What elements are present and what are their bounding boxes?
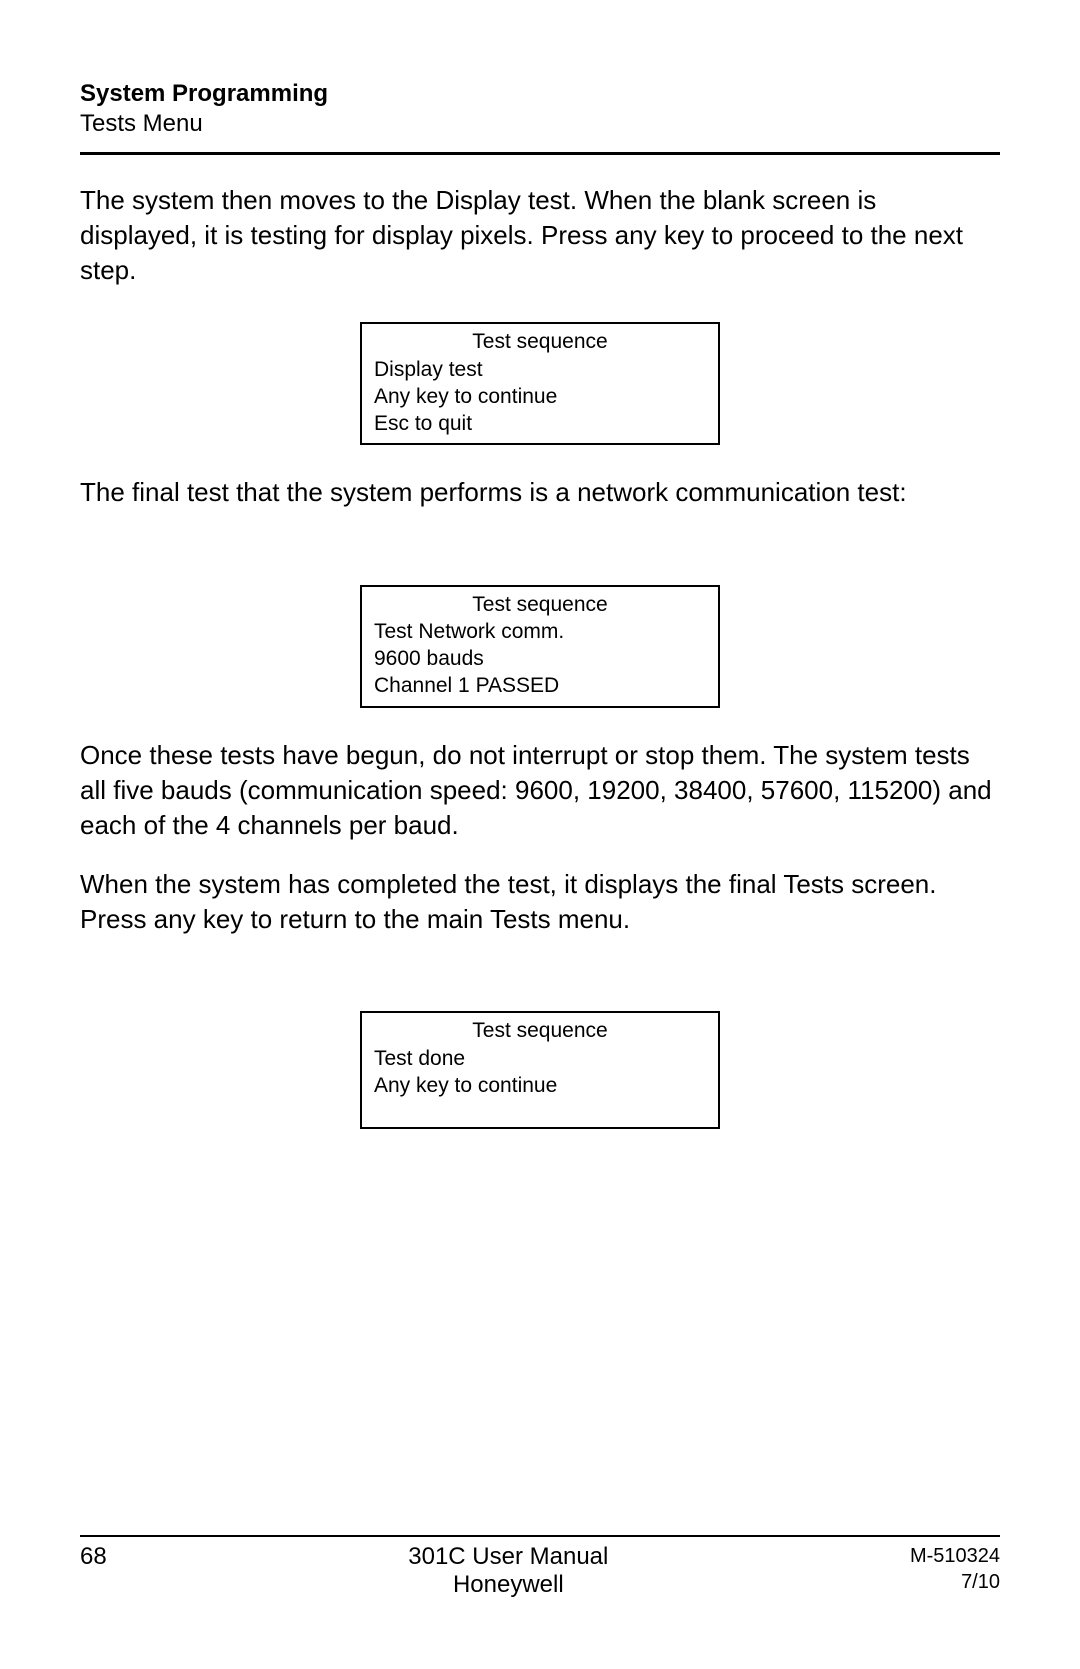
header-title: System Programming (80, 80, 1000, 108)
spacer (80, 961, 1000, 1001)
paragraph-3: Once these tests have begun, do not inte… (80, 738, 1000, 843)
screen-box-network-test: Test sequence Test Network comm. 9600 ba… (360, 585, 720, 708)
spacer (80, 535, 1000, 575)
screen-title: Test sequence (374, 591, 706, 618)
header-rule (80, 152, 1000, 155)
page-header: System Programming Tests Menu (80, 80, 1000, 138)
screen-line: Display test (374, 356, 706, 383)
screen-line: Channel 1 PASSED (374, 672, 706, 699)
paragraph-2: The final test that the system performs … (80, 475, 1000, 510)
screen-box-test-done: Test sequence Test done Any key to conti… (360, 1011, 720, 1129)
footer-row: 68 301C User Manual Honeywell M-510324 7… (80, 1543, 1000, 1599)
screen-line: Test done (374, 1045, 706, 1072)
screen-line: Any key to continue (374, 383, 706, 410)
footer-page-number: 68 (80, 1543, 107, 1571)
footer-doc-number: M-510324 (910, 1543, 1000, 1569)
page-footer: 68 301C User Manual Honeywell M-510324 7… (80, 1535, 1000, 1599)
footer-company: Honeywell (107, 1571, 910, 1599)
screen-line: Any key to continue (374, 1072, 706, 1099)
header-subtitle: Tests Menu (80, 110, 1000, 138)
screen-box-display-test: Test sequence Display test Any key to co… (360, 322, 720, 445)
screen-line: 9600 bauds (374, 645, 706, 672)
paragraph-1: The system then moves to the Display tes… (80, 183, 1000, 288)
paragraph-4: When the system has completed the test, … (80, 867, 1000, 937)
footer-rule (80, 1535, 1000, 1537)
screen-line: Esc to quit (374, 410, 706, 437)
footer-center: 301C User Manual Honeywell (107, 1543, 910, 1599)
screen-line: Test Network comm. (374, 618, 706, 645)
screen-title: Test sequence (374, 1017, 706, 1044)
footer-manual-title: 301C User Manual (107, 1543, 910, 1571)
screen-title: Test sequence (374, 328, 706, 355)
footer-date: 7/10 (910, 1569, 1000, 1595)
footer-right: M-510324 7/10 (910, 1543, 1000, 1595)
